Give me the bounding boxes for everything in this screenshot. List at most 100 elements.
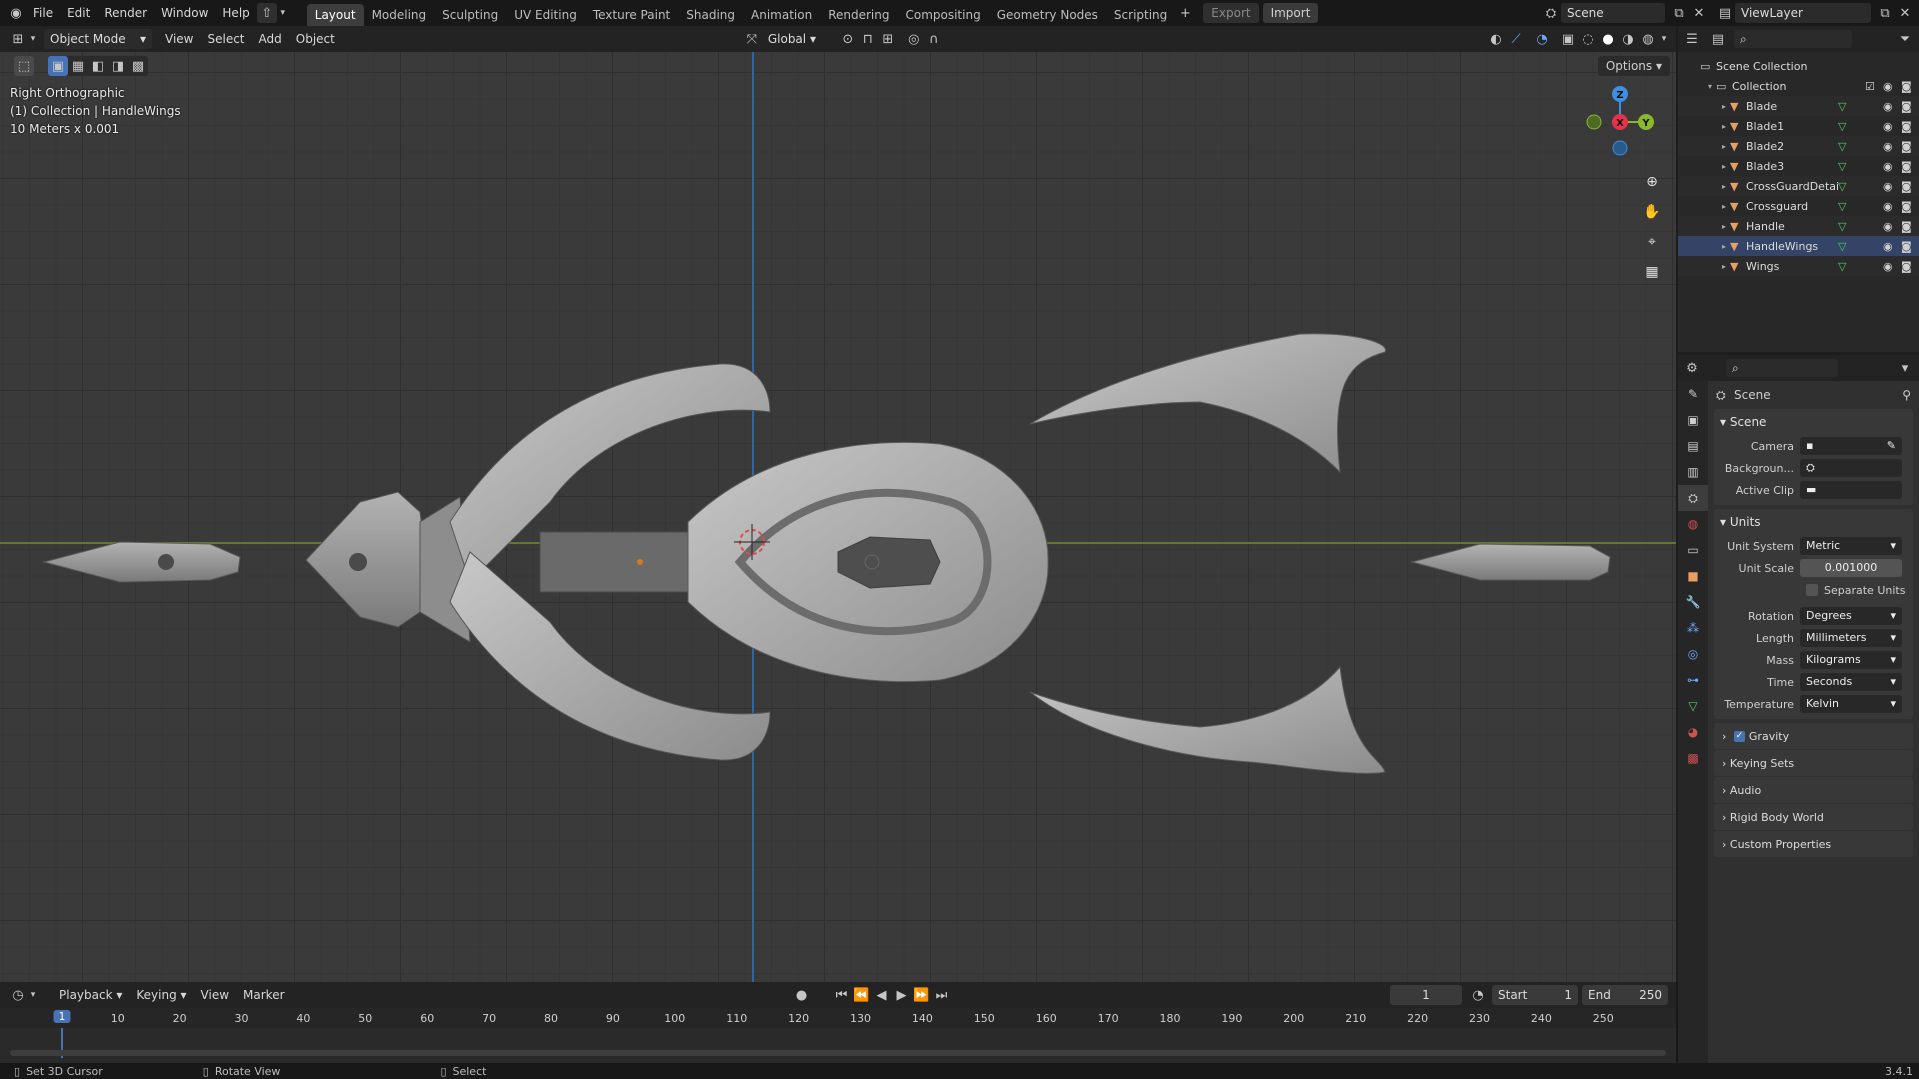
camera-icon[interactable]: ◙ — [1901, 180, 1919, 193]
export-button[interactable]: Export — [1203, 3, 1259, 23]
outliner-item-wings[interactable]: ▸ ▼ Wings ▽ ◉ ◙ — [1678, 256, 1919, 276]
shading-rendered-icon[interactable]: ◍ — [1638, 29, 1658, 49]
properties-editor-icon[interactable]: ⚙ — [1682, 358, 1702, 378]
texture-tab-icon[interactable]: ▩ — [1678, 745, 1708, 771]
visibility-icon[interactable]: ◐ — [1486, 29, 1506, 49]
mode-selector[interactable]: Object Mode ▾ — [44, 29, 152, 49]
expand-icon[interactable]: ▸ — [1718, 222, 1730, 231]
current-frame-field[interactable]: 1 — [1390, 985, 1462, 1005]
menu-file[interactable]: File — [26, 0, 60, 26]
modifier-tab-icon[interactable]: 🔧 — [1678, 589, 1708, 615]
view-layer-tab-icon[interactable]: ▥ — [1678, 459, 1708, 485]
unit-scale-field[interactable]: 0.001000 — [1800, 559, 1902, 577]
outliner-item-blade[interactable]: ▸ ▼ Blade ▽ ◉ ◙ — [1678, 96, 1919, 116]
shading-material-icon[interactable]: ◑ — [1618, 29, 1638, 49]
view-layer-selector[interactable]: ViewLayer — [1735, 3, 1871, 23]
gizmo-toggle-icon[interactable]: ⟋ — [1506, 29, 1526, 49]
end-frame-field[interactable]: End 250 — [1582, 985, 1668, 1005]
outliner-item-handlewings[interactable]: ▸ ▼ HandleWings ▽ ◉ ◙ — [1678, 236, 1919, 256]
falloff-icon[interactable]: ∩ — [924, 29, 944, 49]
chevron-down-icon[interactable]: ▾ — [1895, 358, 1915, 378]
blender-logo-icon[interactable]: ◉ — [6, 3, 26, 23]
collection-tab-icon[interactable]: ▭ — [1678, 537, 1708, 563]
pan-hand-icon[interactable]: ✋ — [1640, 200, 1664, 224]
wing-lower-mesh[interactable] — [1029, 665, 1386, 774]
outliner-item-handle[interactable]: ▸ ▼ Handle ▽ ◉ ◙ — [1678, 216, 1919, 236]
navigation-gizmo[interactable]: Z Y X — [1580, 82, 1660, 162]
expand-icon[interactable]: ▸ — [1718, 182, 1730, 191]
tab-sculpting[interactable]: Sculpting — [434, 4, 506, 26]
gravity-checkbox[interactable]: ✓ — [1733, 730, 1745, 742]
3d-viewport[interactable]: ⬚ ▣ ▦ ◧ ◨ ▩ Options ▾ Right Orthographic… — [0, 52, 1676, 982]
menu-playback[interactable]: Playback ▾ — [52, 982, 129, 1008]
camera-icon[interactable]: ◙ — [1901, 140, 1919, 153]
filter-icon[interactable]: ⏷ — [1895, 29, 1915, 49]
new-view-layer-icon[interactable]: ⧉ — [1875, 3, 1895, 23]
tool-tab-icon[interactable]: ✎ — [1678, 381, 1708, 407]
camera-icon[interactable]: ◙ — [1901, 80, 1919, 93]
editor-type-icon[interactable]: ⊞ — [8, 29, 28, 49]
eye-icon[interactable]: ◉ — [1883, 140, 1901, 153]
camera-icon[interactable]: ◙ — [1901, 120, 1919, 133]
display-mode-icon[interactable]: ▤ — [1708, 29, 1728, 49]
wing-upper-mesh[interactable] — [1029, 333, 1386, 474]
outliner-item-blade3[interactable]: ▸ ▼ Blade3 ▽ ◉ ◙ — [1678, 156, 1919, 176]
camera-icon[interactable]: ◙ — [1901, 200, 1919, 213]
menu-help[interactable]: Help — [215, 0, 256, 26]
menu-render[interactable]: Render — [97, 0, 154, 26]
tab-compositing[interactable]: Compositing — [897, 4, 988, 26]
mesh-data-icon[interactable]: ▽ — [1838, 240, 1883, 253]
physics-tab-icon[interactable]: ◎ — [1678, 641, 1708, 667]
camera-view-icon[interactable]: ⌖ — [1640, 230, 1664, 254]
temperature-dropdown[interactable]: Kelvin ▾ — [1800, 695, 1902, 713]
scene-panel-header[interactable]: ▾ Scene — [1714, 409, 1913, 435]
menu-marker[interactable]: Marker — [236, 982, 291, 1008]
rotation-dropdown[interactable]: Degrees ▾ — [1800, 607, 1902, 625]
jump-end-icon[interactable]: ⏭ — [932, 985, 952, 1005]
gravity-panel[interactable]: › ✓ Gravity — [1714, 723, 1913, 749]
expand-icon[interactable]: ▸ — [1718, 162, 1730, 171]
chevron-down-icon[interactable]: ▾ — [1658, 29, 1670, 49]
outliner-item-blade2[interactable]: ▸ ▼ Blade2 ▽ ◉ ◙ — [1678, 136, 1919, 156]
mesh-data-icon[interactable]: ▽ — [1838, 100, 1883, 113]
tab-texture-paint[interactable]: Texture Paint — [585, 4, 678, 26]
eye-icon[interactable]: ◉ — [1883, 240, 1901, 253]
outliner-item-blade1[interactable]: ▸ ▼ Blade1 ▽ ◉ ◙ — [1678, 116, 1919, 136]
length-dropdown[interactable]: Millimeters ▾ — [1800, 629, 1902, 647]
eyedropper-icon[interactable]: ✎ — [1887, 437, 1896, 455]
jump-start-icon[interactable]: ⏮ — [832, 985, 852, 1005]
tab-rendering[interactable]: Rendering — [820, 4, 897, 26]
new-scene-icon[interactable]: ⧉ — [1669, 3, 1689, 23]
blade-right-mesh[interactable] — [1410, 543, 1611, 581]
shading-wireframe-icon[interactable]: ◌ — [1578, 29, 1598, 49]
camera-icon[interactable]: ◙ — [1901, 260, 1919, 273]
mesh-data-icon[interactable]: ▽ — [1838, 120, 1883, 133]
properties-search-input[interactable]: ⌕ — [1726, 359, 1838, 377]
outliner-editor-icon[interactable]: ☰ — [1682, 29, 1702, 49]
expand-icon[interactable]: ▸ — [1718, 262, 1730, 271]
menu-view[interactable]: View — [158, 26, 200, 52]
menu-object[interactable]: Object — [289, 26, 342, 52]
next-keyframe-icon[interactable]: ⏩ — [912, 985, 932, 1005]
background-field[interactable]: ⛭ — [1800, 459, 1902, 477]
eye-icon[interactable]: ◉ — [1883, 220, 1901, 233]
pivot-point-icon[interactable]: ⊙ — [838, 29, 858, 49]
play-icon[interactable]: ▶ — [892, 985, 912, 1005]
proportional-edit-icon[interactable]: ◎ — [904, 29, 924, 49]
chevron-down-icon[interactable]: ▾ — [28, 985, 38, 1005]
keying-sets-panel[interactable]: › Keying Sets — [1714, 750, 1913, 776]
gizmo-neg-z-axis[interactable] — [1612, 140, 1628, 156]
world-tab-icon[interactable]: ◍ — [1678, 511, 1708, 537]
outliner-item-crossguard[interactable]: ▸ ▼ Crossguard ▽ ◉ ◙ — [1678, 196, 1919, 216]
camera-icon[interactable]: ◙ — [1901, 100, 1919, 113]
data-tab-icon[interactable]: ▽ — [1678, 693, 1708, 719]
blade-left-mesh[interactable] — [42, 541, 241, 583]
outliner-scene-collection[interactable]: ▭ Scene Collection — [1678, 56, 1919, 76]
tab-geometry-nodes[interactable]: Geometry Nodes — [989, 4, 1106, 26]
expand-icon[interactable]: ▾ — [1704, 82, 1716, 91]
outliner-item-crossguarddetails[interactable]: ▸ ▼ CrossGuardDetails ▽ ◉ ◙ — [1678, 176, 1919, 196]
custom-properties-panel[interactable]: › Custom Properties — [1714, 831, 1913, 857]
handle-back-mesh[interactable] — [305, 491, 471, 643]
eye-icon[interactable]: ◉ — [1883, 160, 1901, 173]
mesh-data-icon[interactable]: ▽ — [1838, 160, 1883, 173]
